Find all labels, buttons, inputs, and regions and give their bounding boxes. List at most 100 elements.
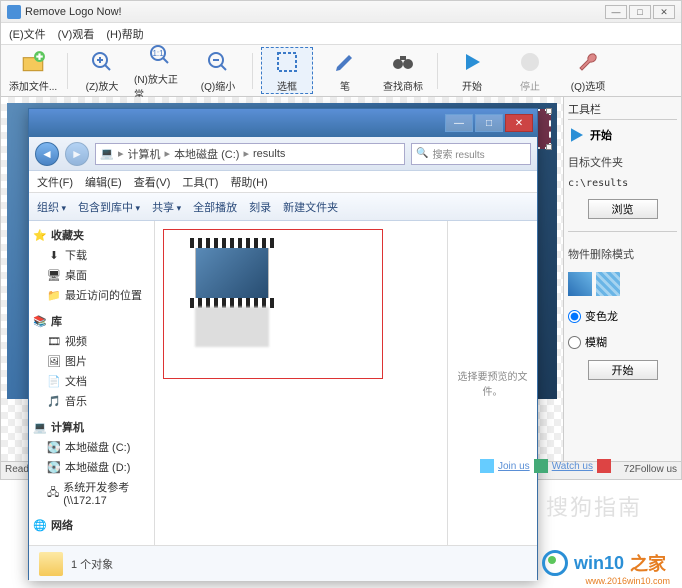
share-button[interactable]: 共享	[152, 199, 181, 215]
target-folder-path: c:\results	[568, 176, 677, 191]
maximize-button[interactable]: □	[629, 5, 651, 19]
desktop-icon: 🖥	[47, 268, 61, 282]
playall-button[interactable]: 全部播放	[193, 199, 237, 215]
swatch-chameleon[interactable]	[568, 272, 592, 296]
mode-radio-chameleon[interactable]: 变色龙	[568, 308, 677, 324]
link-watch[interactable]: Watch us	[552, 461, 593, 472]
menu-help[interactable]: (H)帮助	[106, 26, 143, 42]
play-icon	[568, 126, 586, 144]
recent-icon: 📁	[47, 288, 61, 302]
include-button[interactable]: 包含到库中	[78, 199, 140, 215]
computer-icon: 💻	[100, 147, 114, 161]
browse-button[interactable]: 浏览	[588, 199, 658, 219]
ex-menu-edit[interactable]: 编辑(E)	[85, 174, 122, 190]
nav-tree: ⭐收藏夹 ⬇下载 🖥桌面 📁最近访问的位置 📚库 🎞视频 🖼图片 📄文档 🎵音乐…	[29, 221, 155, 545]
panel-start-label: 开始	[590, 127, 612, 143]
minimize-button[interactable]: —	[605, 5, 627, 19]
tree-item[interactable]: 🎞视频	[33, 331, 150, 351]
explorer-window: — □ ✕ ◄ ► 💻 ▸计算机 ▸本地磁盘 (C:) ▸results 🔍 搜…	[28, 108, 538, 580]
search-placeholder: 搜索 results	[432, 146, 484, 161]
stop-icon	[516, 48, 544, 76]
tree-item[interactable]: ⬇下载	[33, 245, 150, 265]
twitter-icon[interactable]	[480, 459, 494, 473]
file-item[interactable]	[187, 245, 277, 347]
explorer-titlebar: — □ ✕	[29, 109, 537, 137]
tb-zoom-fit[interactable]: 1:1(N)放大正常	[134, 41, 186, 101]
tree-item[interactable]: 💽本地磁盘 (D:)	[33, 457, 150, 477]
youtube-icon[interactable]	[597, 459, 611, 473]
titlebar: Remove Logo Now! — □ ✕	[1, 1, 681, 23]
ex-menu-view[interactable]: 查看(V)	[134, 174, 171, 190]
tree-item[interactable]: 🎵音乐	[33, 391, 150, 411]
music-icon: 🎵	[47, 394, 61, 408]
tree-computer[interactable]: 💻计算机	[33, 419, 150, 435]
tree-item[interactable]: 💽本地磁盘 (C:)	[33, 437, 150, 457]
main-toolbar: 添加文件... (Z)放大 1:1(N)放大正常 (Q)缩小 选框 笔 查找商标…	[1, 45, 681, 97]
breadcrumb[interactable]: 💻 ▸计算机 ▸本地磁盘 (C:) ▸results	[95, 143, 405, 165]
video-thumbnail	[195, 245, 269, 301]
tree-item[interactable]: 🖥桌面	[33, 265, 150, 285]
tb-add-file[interactable]: 添加文件...	[7, 48, 59, 93]
zoom-out-icon	[204, 48, 232, 76]
preview-hint: 选择要预览的文件。	[456, 368, 529, 398]
watermark-brand: win10之家	[542, 550, 666, 576]
tb-marquee[interactable]: 选框	[261, 47, 313, 94]
mode-label: 物件删除模式	[568, 246, 677, 262]
ex-menu-tools[interactable]: 工具(T)	[182, 174, 218, 190]
tree-item[interactable]: 🖧系统开发参考 (\\172.17	[33, 477, 150, 509]
tb-options[interactable]: (Q)选项	[562, 48, 614, 93]
organize-button[interactable]: 组织	[37, 199, 66, 215]
mode-swatches	[568, 272, 677, 296]
zoom-fit-icon: 1:1	[146, 41, 174, 69]
tb-find-logo[interactable]: 查找商标	[377, 48, 429, 93]
panel-start-row: 开始	[568, 126, 677, 144]
tree-item[interactable]: 📄文档	[33, 371, 150, 391]
status-left: Read	[5, 464, 29, 477]
drive-icon: 💽	[47, 460, 61, 474]
zoom-in-icon	[88, 48, 116, 76]
computer-icon: 💻	[33, 420, 47, 434]
item-count: 1 个对象	[71, 556, 113, 572]
pictures-icon: 🖼	[47, 354, 61, 368]
tb-pen[interactable]: 笔	[319, 48, 371, 93]
social-icon[interactable]	[534, 459, 548, 473]
tb-start[interactable]: 开始	[446, 48, 498, 93]
burn-button[interactable]: 刻录	[249, 199, 271, 215]
menubar: (E)文件 (V)观看 (H)帮助	[1, 23, 681, 45]
menu-file[interactable]: (E)文件	[9, 26, 46, 42]
panel-title: 工具栏	[568, 101, 677, 120]
documents-icon: 📄	[47, 374, 61, 388]
back-button[interactable]: ◄	[35, 142, 59, 166]
explorer-close[interactable]: ✕	[505, 114, 533, 132]
explorer-minimize[interactable]: —	[445, 114, 473, 132]
swatch-blur[interactable]	[596, 272, 620, 296]
svg-text:1:1: 1:1	[152, 49, 164, 58]
tb-zoom-out[interactable]: (Q)缩小	[192, 48, 244, 93]
tree-libraries[interactable]: 📚库	[33, 313, 150, 329]
menu-view[interactable]: (V)观看	[58, 26, 95, 42]
tree-favorites[interactable]: ⭐收藏夹	[33, 227, 150, 243]
newfolder-button[interactable]: 新建文件夹	[283, 199, 338, 215]
link-join[interactable]: Join us	[498, 461, 530, 472]
tree-item[interactable]: 📁最近访问的位置	[33, 285, 150, 305]
start-button[interactable]: 开始	[588, 360, 658, 380]
side-panel: 工具栏 开始 目标文件夹 c:\results 浏览 物件删除模式 变色龙 模糊…	[563, 97, 681, 461]
file-list[interactable]	[155, 221, 447, 545]
tree-item[interactable]: 🖼图片	[33, 351, 150, 371]
mode-radio-blur[interactable]: 模糊	[568, 334, 677, 350]
play-icon	[458, 48, 486, 76]
marquee-icon	[273, 48, 301, 76]
tree-network[interactable]: 🌐网络	[33, 517, 150, 533]
ex-menu-help[interactable]: 帮助(H)	[230, 174, 267, 190]
forward-button[interactable]: ►	[65, 142, 89, 166]
tb-zoom-in[interactable]: (Z)放大	[76, 48, 128, 93]
star-icon: ⭐	[33, 228, 47, 242]
explorer-menubar: 文件(F) 编辑(E) 查看(V) 工具(T) 帮助(H)	[29, 171, 537, 193]
footer-links: Join us Watch us	[480, 459, 611, 473]
close-button[interactable]: ✕	[653, 5, 675, 19]
ex-menu-file[interactable]: 文件(F)	[37, 174, 73, 190]
tb-stop[interactable]: 停止	[504, 48, 556, 93]
search-input[interactable]: 🔍 搜索 results	[411, 143, 531, 165]
explorer-maximize[interactable]: □	[475, 114, 503, 132]
app-icon	[7, 5, 21, 19]
